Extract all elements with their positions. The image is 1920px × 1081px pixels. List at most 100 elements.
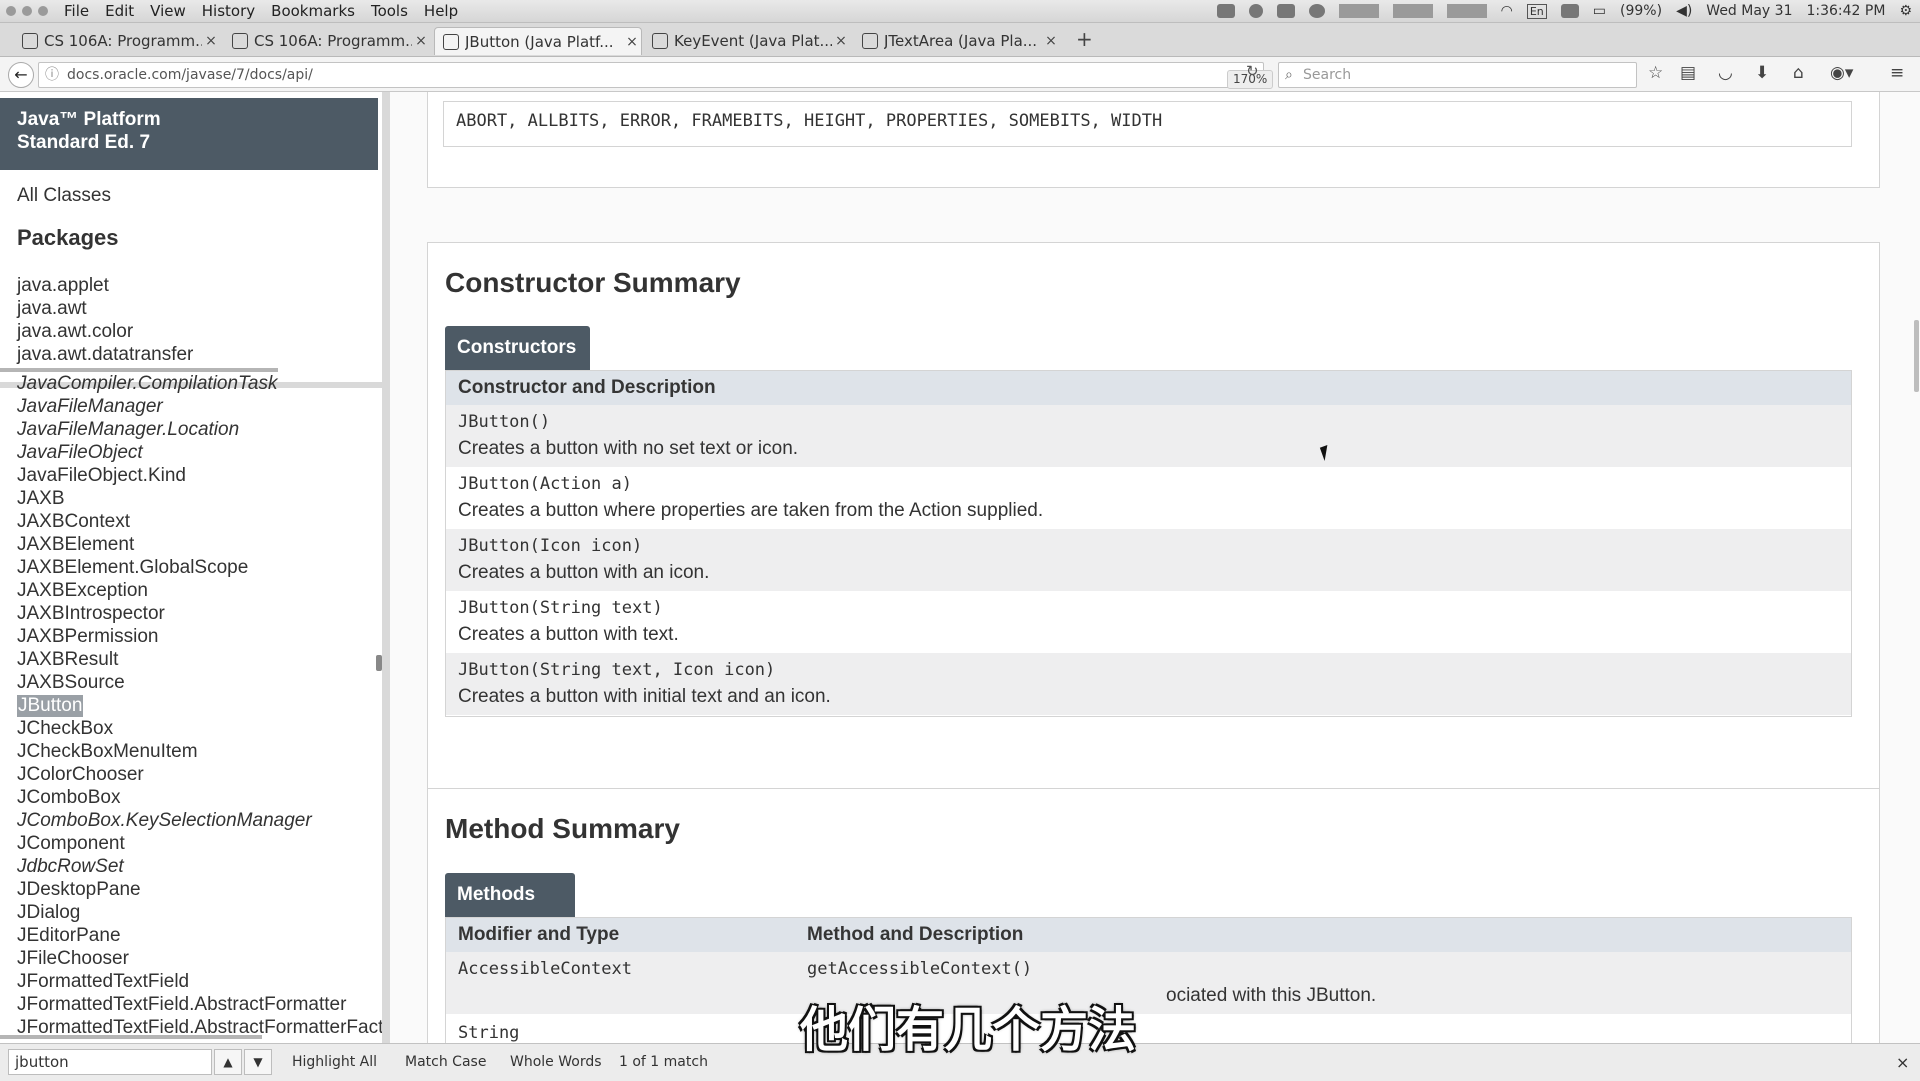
search-input[interactable]: ⌕ Search — [1278, 62, 1637, 88]
keyboard-language[interactable]: En — [1526, 3, 1547, 19]
menu-tools[interactable]: Tools — [371, 2, 408, 20]
class-link[interactable]: JDesktopPane — [17, 879, 141, 901]
class-link[interactable]: JCheckBox — [17, 718, 113, 740]
find-close-icon[interactable]: × — [1896, 1053, 1909, 1072]
class-link[interactable]: JAXBIntrospector — [17, 603, 165, 625]
package-link[interactable]: java.applet — [17, 275, 109, 297]
menu-view[interactable]: View — [150, 2, 186, 20]
tab-jtextarea[interactable]: JTextArea (Java Pla... × — [854, 27, 1060, 54]
class-link[interactable]: JAXBException — [17, 580, 148, 602]
class-link[interactable]: JAXBResult — [17, 649, 118, 671]
reading-list-icon[interactable]: ▤ — [1680, 63, 1696, 83]
class-link[interactable]: JCheckBoxMenuItem — [17, 741, 198, 763]
constructor-signature-link[interactable]: JButton(String text) — [458, 598, 663, 618]
back-arrow-icon[interactable]: ← — [8, 62, 34, 88]
constructor-signature-link[interactable]: JButton(String text, Icon icon) — [458, 660, 775, 680]
window-minimize-icon[interactable] — [22, 6, 32, 16]
class-link[interactable]: JdbcRowSet — [17, 856, 124, 878]
class-link[interactable]: JavaCompiler.CompilationTask — [17, 373, 277, 395]
all-classes-link[interactable]: All Classes — [17, 185, 111, 207]
tab-close-icon[interactable]: × — [1042, 33, 1060, 49]
tab-keyevent[interactable]: KeyEvent (Java Plat... × — [644, 27, 850, 54]
date-label[interactable]: Wed May 31 — [1706, 3, 1792, 19]
class-link[interactable]: JEditorPane — [17, 925, 121, 947]
class-link-selected[interactable]: JButton — [17, 695, 84, 717]
package-link[interactable]: java.awt.datatransfer — [17, 344, 193, 366]
tab-close-icon[interactable]: × — [832, 33, 850, 49]
sync-icon[interactable] — [1248, 4, 1263, 18]
find-input[interactable]: jbutton — [8, 1049, 212, 1075]
download-icon[interactable]: ⬇ — [1755, 63, 1769, 83]
url-bar[interactable]: ⓘ docs.oracle.com/javase/7/docs/api/ 170… — [38, 62, 1274, 89]
battery-icon[interactable]: ▭ — [1593, 3, 1606, 19]
class-link[interactable]: JComboBox — [17, 787, 121, 809]
highlight-all-toggle[interactable]: Highlight All — [292, 1054, 377, 1070]
tab-cs106a-1[interactable]: CS 106A: Programm... × — [14, 27, 220, 54]
class-link[interactable]: JDialog — [17, 902, 80, 924]
inherited-fields-list[interactable]: ABORT, ALLBITS, ERROR, FRAMEBITS, HEIGHT… — [456, 111, 1162, 131]
class-link[interactable]: JAXBContext — [17, 511, 130, 533]
class-link[interactable]: JAXBElement — [17, 534, 134, 556]
hamburger-menu-icon[interactable]: ≡ — [1890, 63, 1904, 83]
dropbox-icon[interactable] — [1276, 4, 1295, 18]
find-next-chevron-down-icon[interactable]: ▼ — [244, 1049, 272, 1075]
mail-icon[interactable] — [1560, 4, 1579, 18]
window-maximize-icon[interactable] — [38, 6, 48, 16]
class-link[interactable]: JColorChooser — [17, 764, 144, 786]
whole-words-toggle[interactable]: Whole Words — [510, 1054, 602, 1070]
url-text[interactable]: docs.oracle.com/javase/7/docs/api/ — [67, 63, 313, 87]
class-link[interactable]: JavaFileManager.Location — [17, 419, 239, 441]
method-signature-link[interactable]: getAccessibleContext() — [807, 959, 1032, 979]
class-link[interactable]: JAXBSource — [17, 672, 125, 694]
constructor-signature-link[interactable]: JButton(Icon icon) — [458, 536, 642, 556]
package-link[interactable]: java.awt — [17, 298, 87, 320]
method-return-type-link[interactable]: AccessibleContext — [458, 959, 632, 979]
packages-horizontal-scrollbar[interactable] — [0, 368, 278, 372]
match-case-toggle[interactable]: Match Case — [405, 1054, 486, 1070]
package-link[interactable]: java.awt.color — [17, 321, 133, 343]
window-close-icon[interactable] — [6, 6, 16, 16]
class-link[interactable]: JAXBElement.GlobalScope — [17, 557, 248, 579]
class-link[interactable]: JFormattedTextField — [17, 971, 189, 993]
clock-label[interactable]: 1:36:42 PM — [1806, 3, 1885, 19]
class-link[interactable]: JComponent — [17, 833, 125, 855]
class-link[interactable]: JFileChooser — [17, 948, 129, 970]
constructor-signature-link[interactable]: JButton() — [458, 412, 550, 432]
site-info-icon[interactable]: ⓘ — [45, 63, 59, 87]
volume-icon[interactable]: ◀) — [1676, 3, 1692, 19]
constructor-signature-link[interactable]: JButton(Action a) — [458, 474, 632, 494]
tab-close-icon[interactable]: × — [412, 33, 430, 49]
menu-history[interactable]: History — [202, 2, 255, 20]
methods-caption: Methods — [445, 873, 575, 917]
class-list-scrollbar[interactable] — [376, 655, 382, 671]
tab-cs106a-2[interactable]: CS 106A: Programm... × — [224, 27, 430, 54]
class-link[interactable]: JAXBPermission — [17, 626, 159, 648]
class-link[interactable]: JavaFileManager — [17, 396, 163, 418]
class-link[interactable]: JavaFileObject.Kind — [17, 465, 186, 487]
new-tab-plus-icon[interactable]: + — [1076, 27, 1093, 51]
menu-edit[interactable]: Edit — [105, 2, 134, 20]
page-vertical-scrollbar[interactable] — [1914, 320, 1919, 392]
reload-icon[interactable]: ↻ — [1246, 62, 1259, 80]
tab-jbutton[interactable]: JButton (Java Platf... × — [434, 27, 642, 55]
tab-close-icon[interactable]: × — [202, 33, 220, 49]
blocked-icon[interactable] — [1308, 4, 1325, 18]
menu-help[interactable]: Help — [424, 2, 458, 20]
tab-close-icon[interactable]: × — [623, 34, 641, 50]
class-link[interactable]: JComboBox.KeySelectionManager — [17, 810, 312, 832]
method-return-type-link[interactable]: String — [458, 1023, 519, 1043]
addon-icon[interactable]: ◉▾ — [1830, 63, 1853, 83]
home-icon[interactable]: ⌂ — [1793, 63, 1804, 83]
settings-gear-icon[interactable]: ⚙ — [1899, 3, 1912, 19]
class-link[interactable]: JFormattedTextField.AbstractFormatterFac… — [17, 1017, 382, 1039]
menu-file[interactable]: File — [64, 2, 89, 20]
class-link[interactable]: JavaFileObject — [17, 442, 143, 464]
menu-bookmarks[interactable]: Bookmarks — [271, 2, 355, 20]
find-previous-chevron-up-icon[interactable]: ▲ — [214, 1049, 242, 1075]
camera-icon[interactable] — [1216, 4, 1235, 18]
pocket-icon[interactable]: ◡ — [1718, 63, 1733, 83]
wifi-icon[interactable]: ◠ — [1501, 3, 1513, 19]
bookmark-star-icon[interactable]: ☆ — [1648, 63, 1663, 83]
class-link[interactable]: JAXB — [17, 488, 65, 510]
class-link[interactable]: JFormattedTextField.AbstractFormatter — [17, 994, 346, 1016]
